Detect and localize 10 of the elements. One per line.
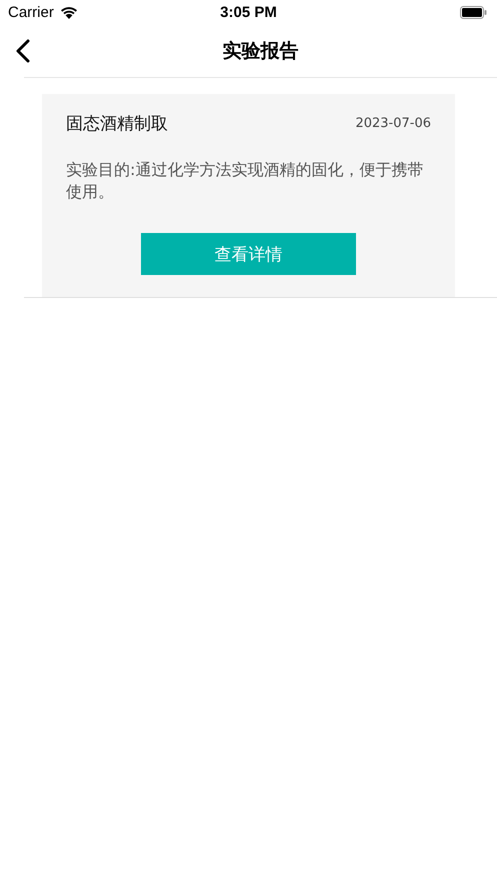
status-time: 3:05 PM xyxy=(220,4,277,21)
report-title: 固态酒精制取 xyxy=(66,113,168,135)
page-title: 实验报告 xyxy=(222,39,298,64)
view-details-button[interactable]: 查看详情 xyxy=(141,233,356,275)
report-description: 实验目的:通过化学方法实现酒精的固化，便于携带使用。 xyxy=(66,159,424,203)
back-icon[interactable] xyxy=(16,39,30,63)
report-date: 2023-07-06 xyxy=(355,116,431,131)
wifi-icon xyxy=(60,6,78,19)
carrier-name: Carrier xyxy=(8,4,54,21)
battery-icon xyxy=(460,6,487,19)
